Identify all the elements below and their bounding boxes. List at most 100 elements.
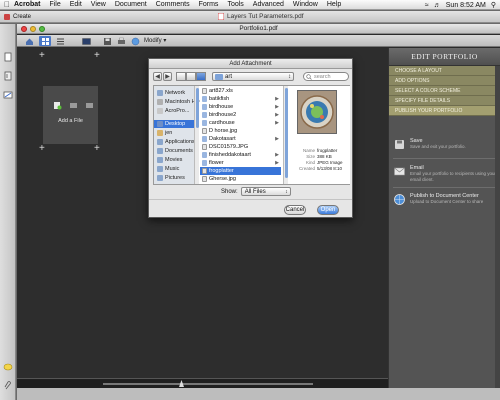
column-view-button[interactable] (196, 72, 206, 81)
location-icon (157, 148, 163, 154)
print-button[interactable] (115, 36, 127, 46)
apple-menu-icon[interactable]:  (4, 0, 14, 9)
file-item[interactable]: DSC01579.JPG (202, 143, 280, 151)
file-item[interactable]: frogplatter (200, 167, 281, 175)
menu-item-edit[interactable]: Edit (70, 1, 82, 8)
sidebar-item[interactable]: Pictures (157, 174, 197, 182)
edit-portfolio-menu-item[interactable]: SPECIFY FILE DETAILS (389, 96, 500, 106)
wifi-icon[interactable]: ≈ (425, 2, 429, 9)
file-name: finisheddakotaart (209, 152, 251, 158)
show-select[interactable]: All Files ↕ (240, 187, 291, 196)
file-icon (202, 168, 207, 174)
menu-item-comments[interactable]: Comments (156, 1, 190, 8)
paperclip-icon[interactable] (3, 381, 13, 391)
file-name: DSC01579.JPG (209, 144, 249, 150)
file-item[interactable]: art827.xls (202, 87, 280, 95)
sidebar-scrollbar[interactable] (194, 86, 199, 184)
portfolio-preview-button[interactable] (79, 36, 93, 46)
publish-email-action[interactable]: Email Email your portfolio to recipients… (393, 165, 497, 183)
sidebar-item[interactable]: Network (157, 89, 197, 97)
location-icon (157, 108, 163, 114)
create-button[interactable]: Create (3, 12, 31, 22)
sidebar-item-label: Documents (165, 148, 193, 154)
pages-icon[interactable] (3, 52, 13, 62)
save-icon (395, 140, 404, 149)
panel-scrollbar[interactable] (495, 66, 500, 400)
add-file-tile[interactable]: Add a File (43, 86, 98, 144)
sidebar-item-label: jen (165, 130, 173, 136)
window-titlebar[interactable]: Portfolio1.pdf (17, 24, 500, 34)
publish-document-center-action[interactable]: Publish to Document Center Upload to Doc… (393, 193, 497, 206)
modify-menu[interactable]: Modify ▾ (144, 37, 166, 44)
file-item[interactable]: batikfish ▶ (202, 95, 280, 103)
sidebar-item[interactable]: Music (157, 165, 197, 173)
sidebar-item[interactable]: Documents (157, 147, 197, 155)
metadata-row: Kind JPEG Image (289, 160, 350, 166)
menu-item-acrobat[interactable]: Acrobat (14, 1, 40, 8)
layout-view-button[interactable] (39, 36, 51, 46)
file-browser: Network Macintosh HD AcroPro... Desktop jen A… (153, 85, 350, 185)
menu-item-document[interactable]: Document (115, 1, 147, 8)
comments-icon[interactable] (3, 362, 13, 372)
menu-item-help[interactable]: Help (327, 1, 341, 8)
spotlight-icon[interactable]: ⚲ (491, 1, 496, 9)
save-button[interactable] (101, 36, 113, 46)
publish-save-action[interactable]: Save Save and exit your portfolio. (393, 138, 497, 151)
file-list-scrollbar[interactable] (283, 86, 288, 184)
window-bottom-bar (17, 388, 500, 400)
clock[interactable]: Sun 8:52 AM (446, 2, 486, 9)
search-input[interactable]: search (303, 72, 349, 81)
file-name: Gherse.jpg (209, 176, 236, 182)
edit-portfolio-menu-item[interactable]: PUBLISH YOUR PORTFOLIO (389, 106, 500, 116)
metadata-key: Created (298, 166, 315, 171)
sidebar-item[interactable]: AcroPro... (157, 107, 197, 115)
menu-item-window[interactable]: Window (293, 1, 318, 8)
details-view-button[interactable] (54, 36, 66, 46)
file-item[interactable]: cardhouse ▶ (202, 119, 280, 127)
list-view-button[interactable] (186, 72, 196, 81)
add-file-label: Add a File (58, 118, 83, 124)
file-item[interactable]: finisheddakotaart ▶ (202, 151, 280, 159)
sidebar-item[interactable]: Movies (157, 156, 197, 164)
file-icon (202, 144, 207, 150)
file-item[interactable]: birdhouse2 ▶ (202, 111, 280, 119)
sidebar-item[interactable]: Applications (157, 138, 197, 146)
metadata-value: 388 KB (317, 154, 332, 159)
file-item[interactable]: Dakotasart ▶ (202, 135, 280, 143)
metadata-key: Size (306, 154, 315, 159)
volume-icon[interactable]: ♬ (434, 2, 441, 9)
folder-popup[interactable]: art ↕ (212, 72, 294, 81)
attachments-icon[interactable] (3, 71, 13, 81)
zoom-slider-bar (17, 378, 388, 388)
sidebar-item[interactable]: Macintosh HD (157, 98, 200, 106)
file-item[interactable]: D horse.jpg (202, 127, 280, 135)
back-button[interactable]: ◀ (153, 72, 162, 81)
background-window-title[interactable]: Layers Tut Parameters.pdf (218, 13, 304, 20)
signatures-icon[interactable] (3, 90, 13, 100)
menu-item-view[interactable]: View (91, 1, 106, 8)
menu-item-forms[interactable]: Forms (199, 1, 219, 8)
menu-item-file[interactable]: File (49, 1, 60, 8)
create-icon (4, 14, 10, 20)
sidebar-item[interactable]: jen (157, 129, 197, 137)
file-item[interactable]: Gherse.jpg (202, 175, 280, 183)
share-button[interactable] (128, 36, 142, 46)
file-item[interactable]: birdhouse ▶ (202, 103, 280, 111)
import-icon (70, 103, 77, 108)
menu-item-tools[interactable]: Tools (227, 1, 243, 8)
icon-view-button[interactable] (176, 72, 186, 81)
folder-icon (202, 112, 207, 118)
edit-portfolio-menu-item[interactable]: SELECT A COLOR SCHEME (389, 86, 500, 96)
home-button[interactable] (23, 36, 35, 46)
open-button[interactable]: Open (317, 205, 339, 215)
updown-arrow-icon: ↕ (288, 74, 291, 80)
edit-portfolio-menu-item[interactable]: CHOOSE A LAYOUT (389, 66, 500, 76)
metadata-value: JPEG Image (317, 160, 343, 165)
edit-portfolio-menu-item[interactable]: ADD OPTIONS (389, 76, 500, 86)
zoom-slider[interactable] (103, 383, 313, 385)
cancel-button[interactable]: Cancel (284, 205, 306, 215)
sidebar-item[interactable]: Desktop (154, 120, 198, 128)
menu-item-advanced[interactable]: Advanced (253, 1, 284, 8)
file-item[interactable]: flower ▶ (202, 159, 280, 167)
forward-button[interactable]: ▶ (163, 72, 172, 81)
